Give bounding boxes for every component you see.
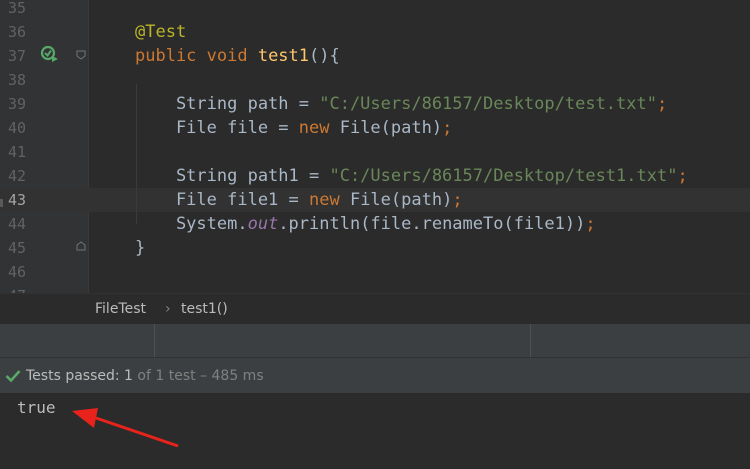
code-text: File file = new File(path); <box>135 116 452 140</box>
code-text: public void test1(){ <box>135 44 340 68</box>
line-number: 44 <box>8 215 27 233</box>
line-number: 43 <box>8 191 27 209</box>
code-token: File file1 = <box>135 190 309 210</box>
code-token: @Test <box>135 22 187 42</box>
code-token: (){ <box>309 46 340 66</box>
code-line[interactable]: 42 String path1 = "C:/Users/86157/Deskto… <box>0 164 750 188</box>
code-text: String path = "C:/Users/86157/Desktop/te… <box>135 92 667 116</box>
code-line[interactable]: 41 <box>0 140 750 164</box>
code-token: ; <box>677 166 688 186</box>
toolbar-divider <box>154 324 155 358</box>
test-status-prefix: Tests passed: <box>26 368 125 384</box>
line-number: 39 <box>8 95 27 113</box>
code-line[interactable]: 40 File file = new File(path); <box>0 116 750 140</box>
code-token: String path1 = <box>135 166 330 186</box>
check-icon <box>5 370 21 383</box>
tests-passed-count: 1 <box>124 368 133 384</box>
code-token: "C:/Users/86157/Desktop/test1.txt" <box>329 166 678 186</box>
line-number: 38 <box>8 71 27 89</box>
code-token: new <box>298 118 340 138</box>
code-token: "C:/Users/86157/Desktop/test.txt" <box>319 94 657 114</box>
code-token: test1 <box>257 46 310 66</box>
breadcrumb-method[interactable]: test1() <box>181 294 228 324</box>
code-token: File file = <box>135 118 299 138</box>
breadcrumb-separator: › <box>165 301 171 317</box>
toolbar-divider <box>530 324 531 358</box>
caret-marker <box>0 199 3 207</box>
line-number: 42 <box>8 167 27 185</box>
run-toolbar <box>0 323 750 358</box>
test-status-suffix: of 1 test – 485 ms <box>132 368 264 384</box>
code-token: .println(file.renameTo(file1)) <box>278 214 586 234</box>
run-test-icon[interactable] <box>40 44 60 64</box>
console-text: true <box>17 398 56 417</box>
code-token: ; <box>442 118 453 138</box>
code-line[interactable]: 36 @Test <box>0 20 750 44</box>
code-token: } <box>135 238 146 258</box>
code-token: public void <box>135 46 258 66</box>
line-number: 41 <box>8 143 27 161</box>
line-number: 47 <box>8 284 34 293</box>
code-line[interactable]: 43 File file1 = new File(path); <box>0 188 750 212</box>
line-number: 37 <box>8 47 27 65</box>
code-line[interactable]: 45} <box>0 236 750 260</box>
fold-open-icon[interactable] <box>76 50 86 60</box>
indent-guide <box>136 84 137 224</box>
code-text: String path1 = "C:/Users/86157/Desktop/t… <box>135 164 688 188</box>
code-token: File(path) <box>349 190 453 210</box>
code-line[interactable]: 39 String path = "C:/Users/86157/Desktop… <box>0 92 750 116</box>
code-token: File(path) <box>339 118 443 138</box>
breadcrumb: FileTest › test1() <box>0 293 750 324</box>
code-line[interactable]: 44 System.out.println(file.renameTo(file… <box>0 212 750 236</box>
line-number: 35 <box>8 0 27 17</box>
code-line[interactable]: 38 <box>0 68 750 92</box>
code-token: System. <box>135 214 248 234</box>
breadcrumb-file[interactable]: FileTest <box>95 294 146 324</box>
code-token: ; <box>452 190 463 210</box>
code-text: @Test <box>135 20 186 44</box>
code-token: ; <box>585 214 596 234</box>
code-line[interactable]: 46 <box>0 260 750 284</box>
test-status-text: Tests passed: 1 of 1 test – 485 ms <box>26 358 264 394</box>
line-number: 40 <box>8 119 27 137</box>
code-token: String path = <box>135 94 320 114</box>
code-line[interactable]: 47 <box>0 284 750 293</box>
line-number: 45 <box>8 239 27 257</box>
fold-close-icon[interactable] <box>76 241 86 251</box>
code-text: System.out.println(file.renameTo(file1))… <box>135 212 596 236</box>
code-editor[interactable]: 35 36 @Test 37 public void test1(){ 38 39 Stri… <box>0 0 750 293</box>
code-token: out <box>247 214 279 234</box>
code-token: new <box>309 190 350 210</box>
code-text: } <box>135 236 145 260</box>
test-status-bar: Tests passed: 1 of 1 test – 485 ms <box>0 357 750 394</box>
code-token: ; <box>657 94 668 114</box>
console-output[interactable]: true <box>0 393 750 469</box>
code-line[interactable]: 37 public void test1(){ <box>0 44 750 68</box>
line-number: 46 <box>8 263 27 281</box>
code-text: File file1 = new File(path); <box>135 188 463 212</box>
line-number: 36 <box>8 23 27 41</box>
code-line[interactable]: 35 <box>0 0 750 20</box>
